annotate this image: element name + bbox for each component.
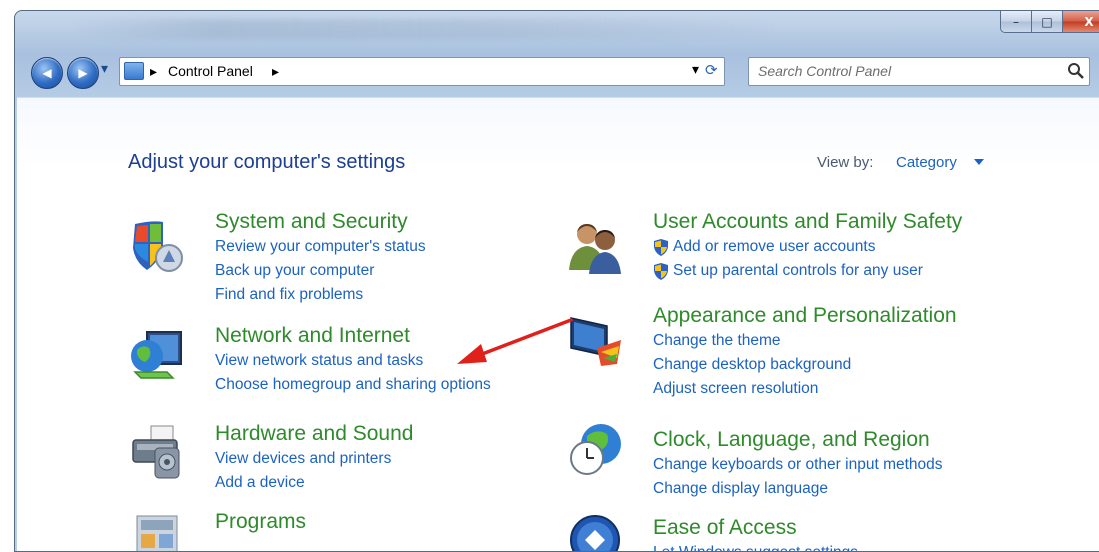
search-placeholder: Search Control Panel	[758, 63, 892, 79]
category-title-programs[interactable]: Programs	[215, 510, 306, 534]
maximize-button[interactable]: □	[1031, 11, 1063, 33]
link-change-keyboards[interactable]: Change keyboards or other input methods	[653, 456, 943, 474]
uac-shield-icon	[654, 263, 668, 280]
category-title-appearance[interactable]: Appearance and Personalization	[653, 304, 957, 328]
view-by-dropdown[interactable]: Category	[896, 154, 957, 171]
uac-shield-icon	[654, 239, 668, 256]
title-bar[interactable]: – □ X	[15, 11, 1099, 55]
breadcrumb-separator[interactable]: ▸	[150, 63, 157, 80]
control-panel-window: – □ X ◀ ▶ ▾ ▸ Control Panel ▸ ▾ ⟳ Search…	[14, 10, 1099, 552]
link-review-status[interactable]: Review your computer's status	[215, 238, 426, 256]
page-title: Adjust your computer's settings	[128, 151, 406, 173]
view-by-label: View by:	[817, 154, 874, 171]
printer-speaker-icon[interactable]	[129, 424, 185, 480]
control-panel-icon	[124, 62, 144, 80]
link-view-network-status[interactable]: View network status and tasks	[215, 352, 423, 370]
category-title-clock-region[interactable]: Clock, Language, and Region	[653, 428, 930, 452]
users-icon[interactable]	[567, 218, 623, 274]
clock-globe-icon[interactable]	[567, 420, 623, 476]
address-dropdown-button[interactable]: ▾	[692, 61, 699, 78]
link-homegroup-sharing[interactable]: Choose homegroup and sharing options	[215, 376, 491, 394]
link-back-up[interactable]: Back up your computer	[215, 262, 374, 280]
recent-pages-button[interactable]: ▾	[101, 61, 108, 77]
category-title-network-internet[interactable]: Network and Internet	[215, 324, 410, 348]
blurred-title	[75, 19, 775, 39]
minimize-button[interactable]: –	[1000, 11, 1032, 33]
ease-of-access-icon[interactable]	[567, 512, 623, 552]
annotation-arrow	[457, 318, 573, 364]
search-icon[interactable]	[1067, 62, 1085, 80]
category-title-user-accounts[interactable]: User Accounts and Family Safety	[653, 210, 962, 234]
back-arrow-icon: ◀	[42, 66, 52, 80]
link-screen-resolution[interactable]: Adjust screen resolution	[653, 380, 818, 398]
category-title-system-security[interactable]: System and Security	[215, 210, 408, 234]
chevron-down-icon[interactable]	[974, 159, 984, 165]
refresh-button[interactable]: ⟳	[705, 61, 718, 79]
link-parental-controls[interactable]: Set up parental controls for any user	[673, 262, 923, 280]
window-controls: – □ X	[1000, 11, 1099, 33]
network-globe-icon[interactable]	[129, 326, 185, 382]
navigation-bar: ◀ ▶ ▾ ▸ Control Panel ▸ ▾ ⟳ Search Contr…	[15, 55, 1099, 91]
breadcrumb-control-panel[interactable]: Control Panel	[168, 63, 253, 79]
link-find-fix[interactable]: Find and fix problems	[215, 286, 363, 304]
link-suggest-settings[interactable]: Let Windows suggest settings	[653, 544, 858, 551]
back-button[interactable]: ◀	[31, 57, 63, 89]
shield-windows-icon[interactable]	[129, 218, 185, 274]
forward-arrow-icon: ▶	[78, 66, 88, 80]
search-input[interactable]: Search Control Panel	[748, 57, 1090, 86]
link-add-device[interactable]: Add a device	[215, 474, 305, 492]
link-display-language[interactable]: Change display language	[653, 480, 828, 498]
close-button[interactable]: X	[1062, 11, 1099, 33]
programs-icon[interactable]	[129, 512, 185, 552]
content-pane: Adjust your computer's settings View by:…	[17, 97, 1099, 551]
breadcrumb-next-separator[interactable]: ▸	[272, 63, 279, 80]
link-change-theme[interactable]: Change the theme	[653, 332, 781, 350]
category-title-hardware-sound[interactable]: Hardware and Sound	[215, 422, 413, 446]
address-bar[interactable]: ▸ Control Panel ▸ ▾	[119, 57, 725, 86]
forward-button[interactable]: ▶	[67, 57, 99, 89]
link-devices-printers[interactable]: View devices and printers	[215, 450, 391, 468]
link-add-remove-users[interactable]: Add or remove user accounts	[673, 238, 875, 256]
category-title-ease-of-access[interactable]: Ease of Access	[653, 516, 797, 540]
link-desktop-background[interactable]: Change desktop background	[653, 356, 851, 374]
